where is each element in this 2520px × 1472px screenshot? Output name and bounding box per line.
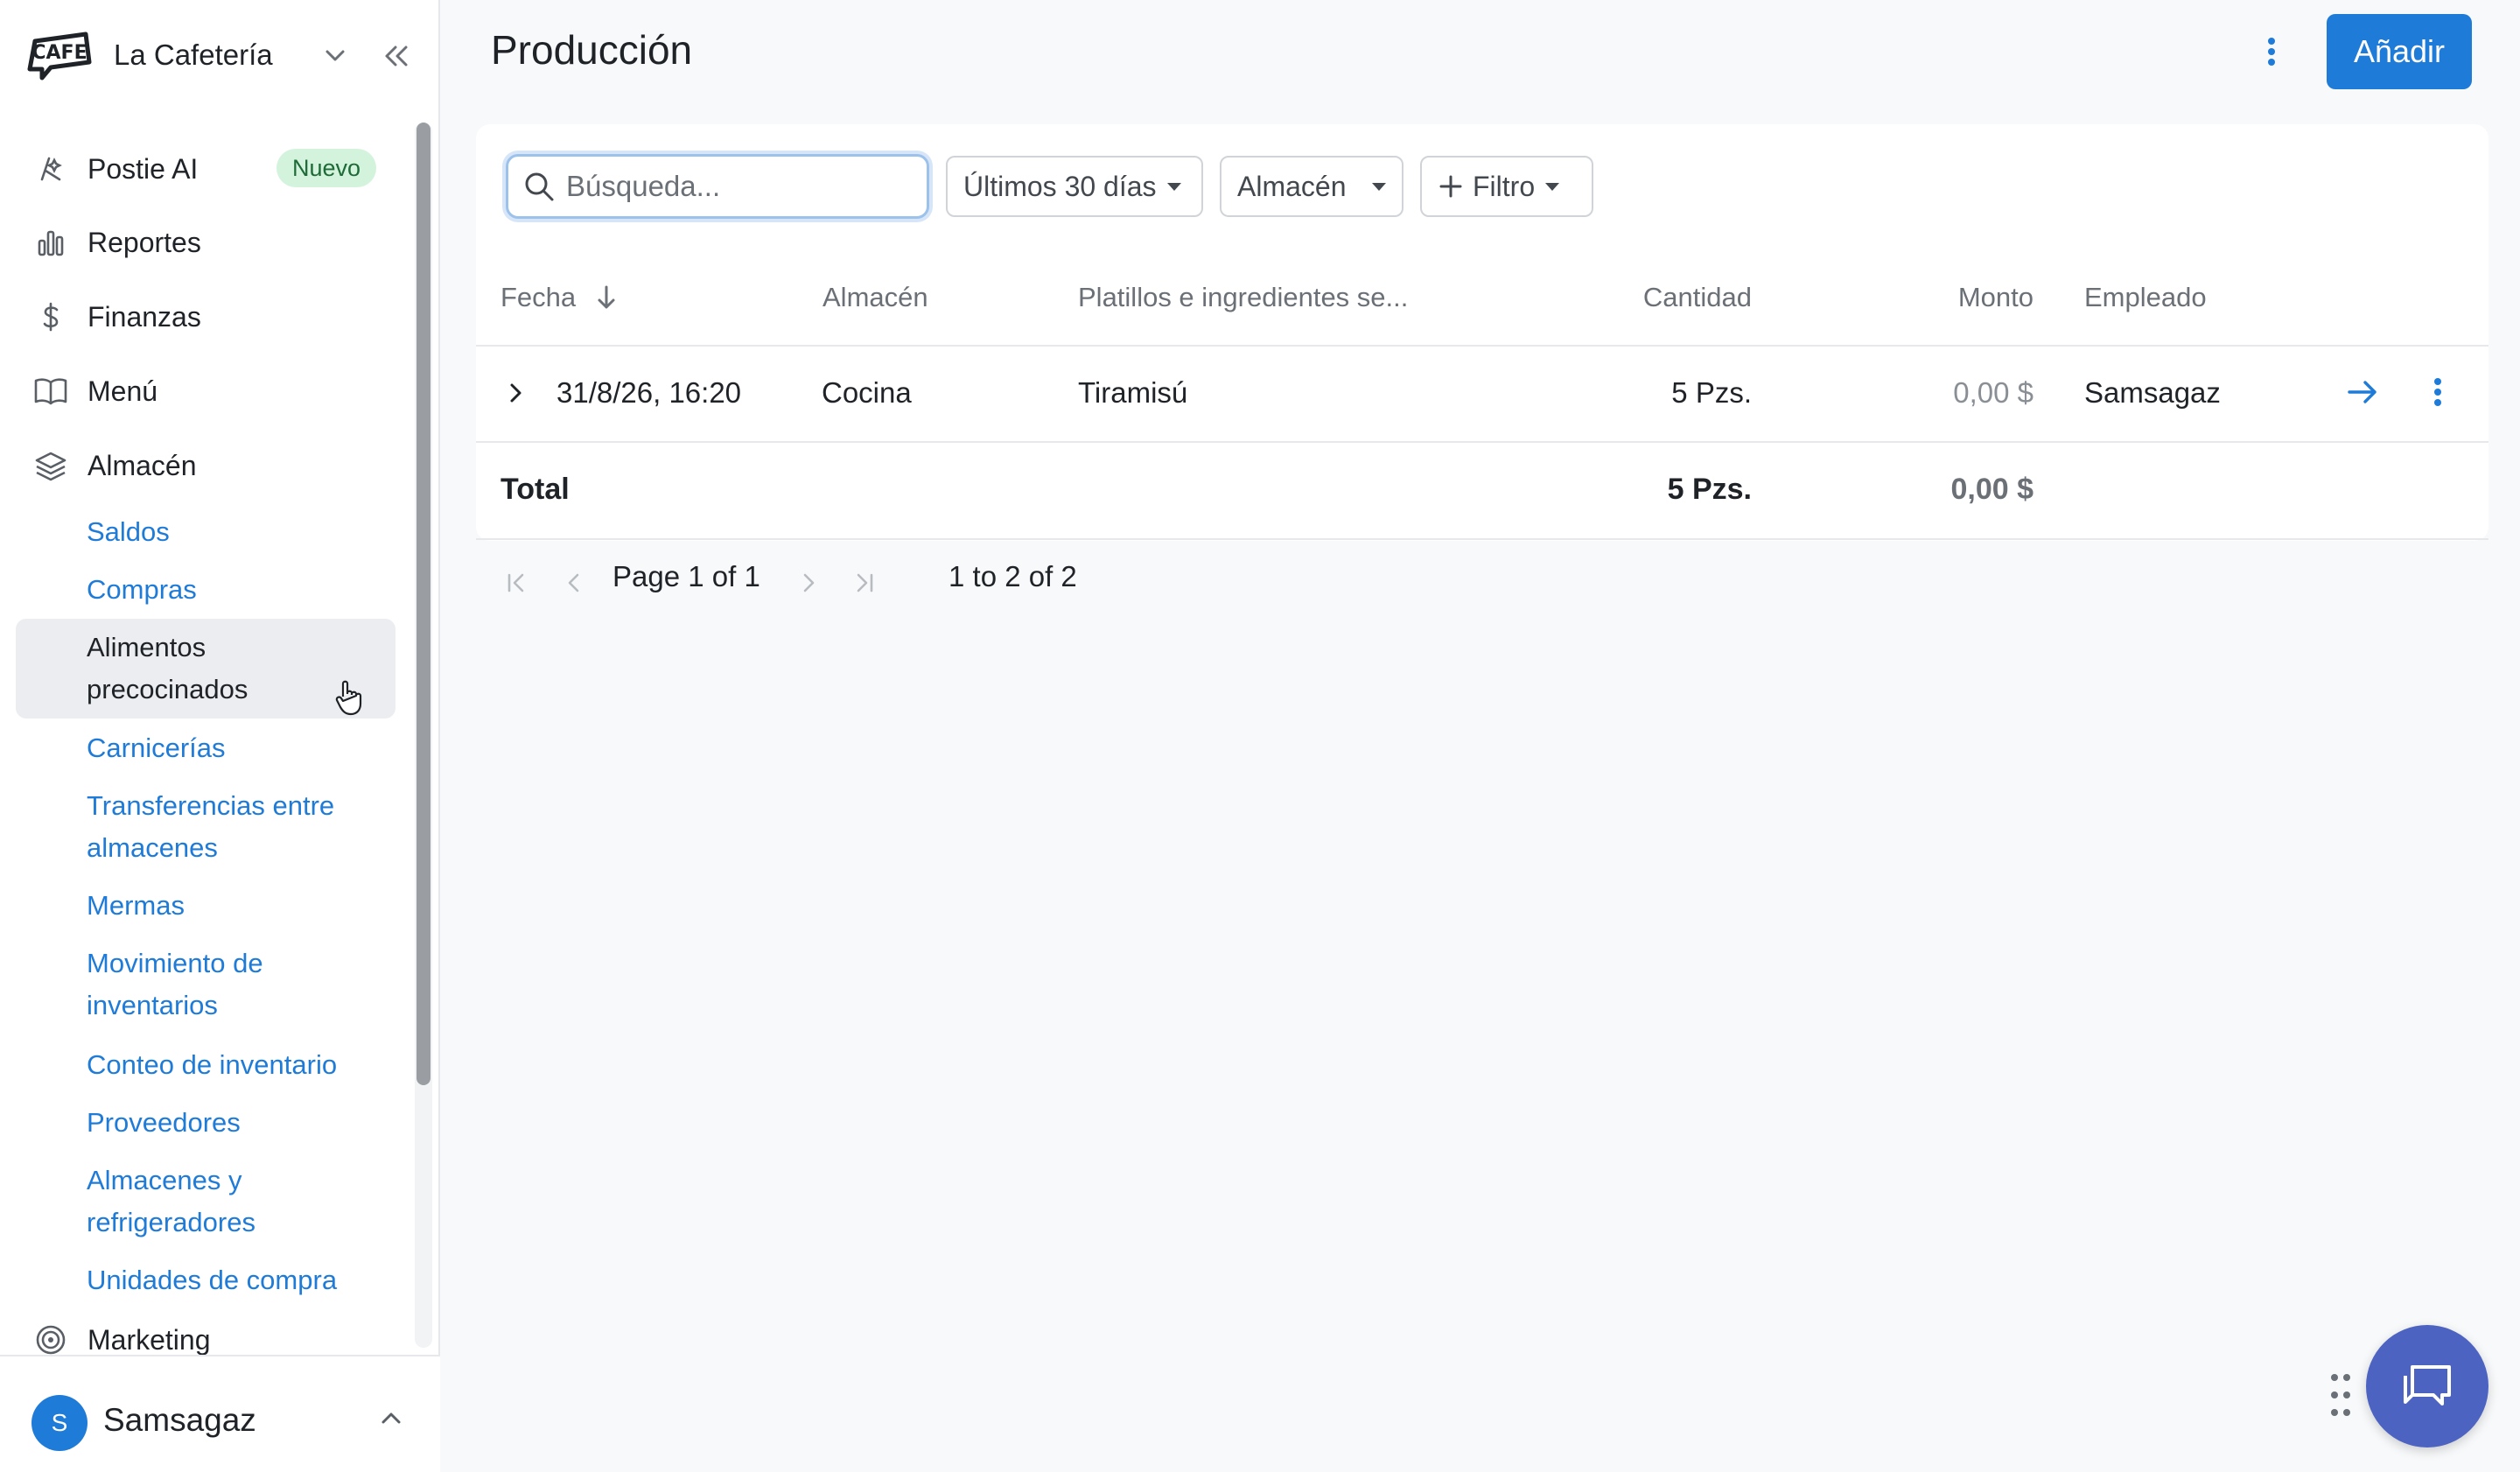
target-icon	[32, 1321, 70, 1359]
sidebar-item-label: Finanzas	[88, 300, 201, 333]
sidebar-item-almacen[interactable]: Almacén	[32, 438, 197, 494]
next-page-icon[interactable]	[791, 565, 826, 600]
subitem-carnicerias[interactable]: Carnicerías	[87, 727, 375, 769]
subitem-saldos[interactable]: Saldos	[87, 511, 375, 553]
column-header-cantidad[interactable]: Cantidad	[1575, 282, 1752, 313]
subitem-unidades-compra[interactable]: Unidades de compra	[87, 1259, 402, 1301]
period-filter-button[interactable]: Últimos 30 días	[946, 156, 1203, 217]
search-input[interactable]	[564, 169, 900, 204]
divider	[476, 345, 2488, 347]
sidebar-item-label: Menú	[88, 375, 158, 407]
subitem-alimentos-precocinados[interactable]: Alimentos precocinados	[87, 627, 297, 711]
last-page-icon[interactable]	[847, 565, 882, 600]
avatar: S	[32, 1395, 88, 1451]
period-filter-label: Últimos 30 días	[963, 170, 1157, 202]
previous-page-icon[interactable]	[556, 565, 592, 600]
chevron-up-icon[interactable]	[378, 1405, 404, 1436]
new-badge: Nuevo	[276, 149, 377, 187]
current-page: 1	[688, 560, 704, 592]
cell-cantidad: 5 Pzs.	[1671, 376, 1752, 409]
bar-chart-icon	[32, 223, 70, 262]
cell-fecha: 31/8/26, 16:20	[556, 376, 742, 409]
sidebar-item-reportes[interactable]: Reportes	[32, 214, 201, 270]
page-title: Producción	[491, 27, 693, 73]
sidebar-item-finanzas[interactable]: Finanzas	[32, 289, 201, 345]
cell-almacen: Cocina	[822, 376, 912, 409]
cafe-logo-icon: CAFE	[24, 27, 94, 83]
column-header-label: Fecha	[500, 282, 577, 312]
column-header-monto[interactable]: Monto	[1838, 282, 2034, 313]
user-menu[interactable]: S Samsagaz	[0, 1355, 440, 1472]
row-range: 1 to 2 of 2	[948, 560, 1077, 592]
open-arrow-icon[interactable]	[2345, 375, 2380, 414]
book-icon	[32, 372, 70, 410]
svg-text:CAFE: CAFE	[32, 42, 87, 64]
subitem-proveedores[interactable]: Proveedores	[87, 1102, 375, 1144]
page-indicator: Page 1 of 1	[612, 560, 760, 593]
page-label: Page	[612, 560, 681, 592]
sidebar-item-label: Almacén	[88, 449, 197, 481]
column-header-empleado[interactable]: Empleado	[2084, 282, 2207, 313]
hand-cursor-icon	[334, 679, 364, 720]
sidebar-item-label: Reportes	[88, 226, 201, 258]
column-header-platillos[interactable]: Platillos e ingredientes se...	[1078, 282, 1408, 313]
total-label: Total	[500, 473, 570, 506]
of-label: of	[711, 560, 737, 592]
cell-empleado: Samsagaz	[2084, 376, 2221, 409]
warehouse-filter-label: Almacén	[1237, 170, 1347, 202]
venue-name: La Cafetería	[114, 39, 273, 71]
subitem-mermas[interactable]: Mermas	[87, 885, 375, 927]
chat-button[interactable]	[2366, 1325, 2488, 1447]
user-name: Samsagaz	[103, 1402, 256, 1438]
column-header-almacen[interactable]: Almacén	[822, 282, 928, 313]
sidebar: CAFE La Cafetería Postie AI Nuevo Report…	[0, 0, 440, 1472]
subitem-almacenes-refrigeradores[interactable]: Almacenes y refrigeradores	[87, 1160, 314, 1244]
cell-monto: 0,00 $	[1953, 376, 2034, 409]
ai-sparkle-icon	[32, 150, 70, 188]
subitem-transferencias[interactable]: Transferencias entre almacenes	[87, 785, 384, 869]
sidebar-item-label: Postie AI	[88, 152, 199, 185]
chevron-down-icon[interactable]	[322, 42, 348, 73]
caret-down-icon	[1166, 182, 1181, 191]
cell-platillo: Tiramisú	[1078, 376, 1188, 409]
subitem-compras[interactable]: Compras	[87, 569, 375, 611]
search-icon	[522, 170, 556, 203]
divider	[476, 441, 2488, 443]
divider	[476, 538, 2488, 540]
sort-descending-icon	[593, 284, 620, 311]
search-box[interactable]	[506, 154, 929, 219]
layers-icon	[32, 446, 70, 485]
add-filter-label: Filtro	[1473, 170, 1536, 202]
total-monto: 0,00 $	[1950, 473, 2034, 506]
sidebar-item-postie-ai[interactable]: Postie AI	[32, 141, 198, 197]
add-button[interactable]: Añadir	[2327, 14, 2472, 89]
collapse-sidebar-icon[interactable]	[380, 40, 411, 76]
drag-handle-icon[interactable]	[2329, 1372, 2352, 1418]
expand-row-icon[interactable]	[502, 380, 528, 410]
total-pages: 1	[744, 560, 760, 592]
caret-down-icon	[1372, 182, 1386, 191]
caret-down-icon	[1545, 182, 1560, 191]
venue-selector[interactable]: CAFE La Cafetería	[24, 23, 410, 88]
chat-icon	[2398, 1360, 2456, 1412]
sidebar-scrollbar[interactable]	[416, 123, 430, 1085]
more-options-icon[interactable]	[2254, 30, 2289, 74]
sidebar-item-menu[interactable]: Menú	[32, 363, 158, 419]
total-cantidad: 5 Pzs.	[1667, 473, 1752, 506]
subitem-conteo-inventario[interactable]: Conteo de inventario	[87, 1044, 402, 1086]
sidebar-item-label: Marketing	[88, 1323, 211, 1356]
row-options-icon[interactable]	[2432, 376, 2443, 412]
subitem-movimiento-inventarios[interactable]: Movimiento de inventarios	[87, 943, 340, 1027]
add-filter-button[interactable]: Filtro	[1420, 156, 1593, 217]
warehouse-filter-button[interactable]: Almacén	[1220, 156, 1404, 217]
plus-icon	[1438, 173, 1464, 200]
dollar-icon	[32, 298, 70, 336]
column-header-fecha[interactable]: Fecha	[500, 282, 620, 313]
first-page-icon[interactable]	[499, 565, 534, 600]
